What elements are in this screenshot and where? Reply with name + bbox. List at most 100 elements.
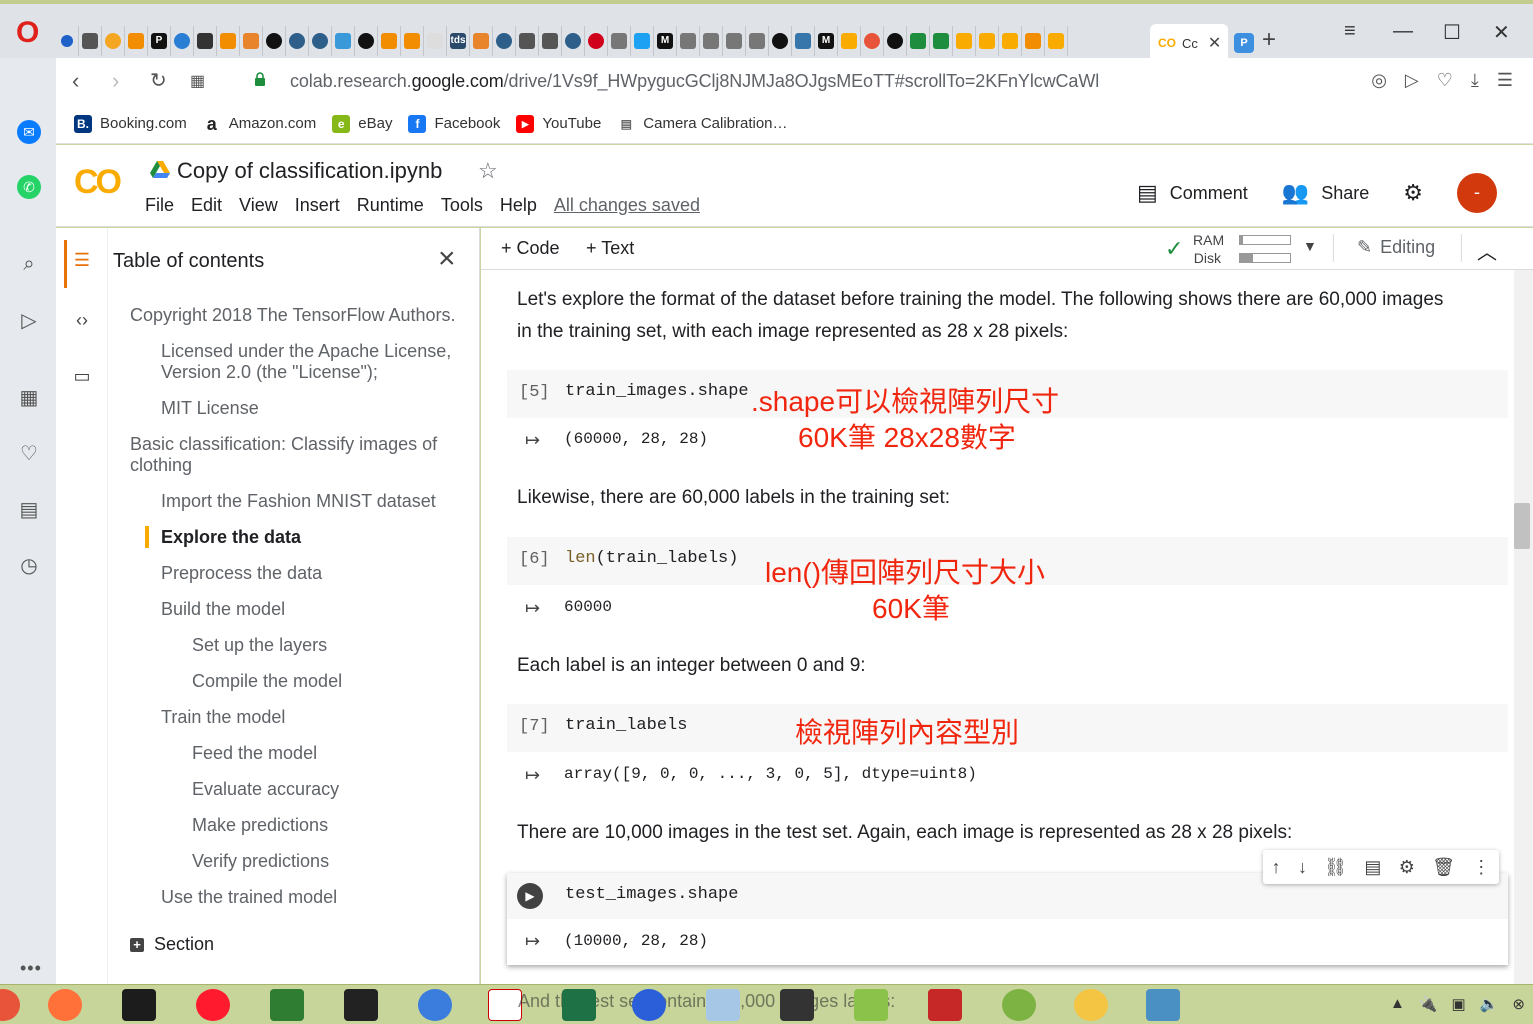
add-section-button[interactable]: + Section [130, 934, 214, 955]
tab[interactable] [79, 26, 102, 56]
send-icon[interactable]: ▷ [17, 308, 41, 332]
output-icon[interactable]: ↦ [525, 430, 540, 451]
messenger-icon[interactable]: ✉ [17, 120, 41, 144]
toc-item[interactable]: clothing [130, 455, 192, 476]
close-icon[interactable]: × [438, 242, 456, 276]
tab[interactable]: P [148, 26, 171, 56]
chevron-down-icon[interactable]: ▼ [1303, 238, 1317, 254]
bookmark-facebook[interactable]: f Facebook [408, 114, 500, 133]
power-icon[interactable]: 🔌 [1419, 995, 1438, 1013]
toc-item[interactable]: Evaluate accuracy [192, 779, 339, 800]
tab[interactable] [125, 26, 148, 56]
editing-mode-button[interactable]: ✎ Editing [1357, 237, 1435, 258]
url-field[interactable]: colab.research.google.com/drive/1Vs9f_HW… [290, 71, 1099, 92]
tab[interactable] [493, 26, 516, 56]
thunderbird-icon[interactable] [418, 989, 452, 1021]
tab[interactable] [585, 26, 608, 56]
output-icon[interactable]: ↦ [525, 931, 540, 952]
tab[interactable] [884, 26, 907, 56]
tab[interactable] [56, 26, 79, 56]
speed-dial-icon[interactable]: ▦ [190, 71, 205, 91]
gear-icon[interactable]: ⚙ [1399, 857, 1415, 878]
more-icon[interactable]: ••• [20, 958, 42, 979]
tab[interactable] [263, 26, 286, 56]
toc-item-active[interactable]: Explore the data [161, 527, 301, 548]
tab[interactable] [608, 26, 631, 56]
toc-item[interactable]: Basic classification: Classify images of [130, 434, 437, 455]
reload-icon[interactable]: ↻ [150, 68, 167, 93]
files-folder-icon[interactable]: ▭ [70, 366, 94, 390]
terminal-app-icon[interactable] [122, 989, 156, 1021]
google-drive-icon[interactable] [150, 161, 170, 179]
tab[interactable] [217, 26, 240, 56]
add-text-button[interactable]: + Text [586, 238, 634, 259]
forward-icon[interactable]: › [112, 68, 119, 94]
share-button[interactable]: 👥 Share [1282, 180, 1369, 206]
toc-item[interactable]: Licensed under the Apache License, [161, 341, 451, 362]
toc-item[interactable]: MIT License [161, 398, 259, 419]
code-text[interactable]: train_labels [565, 716, 687, 735]
new-tab-button[interactable]: + [1262, 26, 1276, 54]
menu-runtime[interactable]: Runtime [357, 195, 424, 216]
firefox-icon[interactable] [48, 989, 82, 1021]
toc-item[interactable]: Import the Fashion MNIST dataset [161, 491, 436, 512]
tab[interactable] [424, 26, 447, 56]
tab[interactable] [999, 26, 1022, 56]
toc-item[interactable]: Set up the layers [192, 635, 327, 656]
menu-help[interactable]: Help [500, 195, 537, 216]
output-icon[interactable]: ↦ [525, 765, 540, 786]
comment-button[interactable]: ▤ Comment [1137, 180, 1248, 206]
tab[interactable] [562, 26, 585, 56]
star-icon[interactable]: ☆ [478, 158, 498, 184]
tab[interactable] [401, 26, 424, 56]
pdf-icon[interactable] [488, 989, 522, 1021]
tab[interactable]: M [815, 26, 838, 56]
whatsapp-icon[interactable]: ✆ [17, 175, 41, 199]
tab[interactable] [309, 26, 332, 56]
taskbar-app-icon[interactable] [0, 989, 20, 1021]
tab[interactable] [286, 26, 309, 56]
android-studio-icon[interactable] [1002, 989, 1036, 1021]
toc-item[interactable]: Make predictions [192, 815, 328, 836]
vim-icon[interactable] [270, 989, 304, 1021]
news-icon[interactable]: ▤ [17, 497, 41, 521]
active-tab[interactable]: CO Cc ✕ [1150, 24, 1228, 62]
volume-icon[interactable]: 🔈 [1480, 995, 1499, 1013]
scrollbar-thumb[interactable] [1514, 503, 1530, 549]
tab[interactable] [1022, 26, 1045, 56]
tab[interactable]: tds [447, 26, 470, 56]
tab[interactable] [838, 26, 861, 56]
tab[interactable] [240, 26, 263, 56]
menu-insert[interactable]: Insert [295, 195, 340, 216]
code-text[interactable]: len(train_labels) [565, 549, 738, 568]
back-icon[interactable]: ‹ [72, 68, 79, 94]
bookmark-youtube[interactable]: ▶ YouTube [516, 114, 601, 133]
bookmark-ebay[interactable]: e eBay [332, 114, 392, 133]
network-icon[interactable]: ▣ [1452, 995, 1466, 1013]
tab[interactable] [976, 26, 999, 56]
tab[interactable] [1045, 26, 1068, 56]
tab[interactable] [355, 26, 378, 56]
toc-item[interactable]: Feed the model [192, 743, 317, 764]
image-viewer-icon[interactable] [1146, 989, 1180, 1021]
tab[interactable] [907, 26, 930, 56]
tab-menu-icon[interactable]: ≡ [1344, 20, 1356, 43]
runtime-resources[interactable]: ✓ RAM Disk [1165, 230, 1315, 266]
link-icon[interactable]: ⛓ [1324, 857, 1347, 878]
menu-edit[interactable]: Edit [191, 195, 222, 216]
history-icon[interactable]: ◷ [17, 553, 41, 577]
tab[interactable] [930, 26, 953, 56]
toc-item[interactable]: Build the model [161, 599, 285, 620]
search-icon[interactable]: ⌕ [17, 252, 41, 276]
excel-icon[interactable] [562, 989, 596, 1021]
download-icon[interactable]: ⤓ [1471, 70, 1479, 91]
tab[interactable] [539, 26, 562, 56]
send-icon[interactable]: ▷ [1405, 70, 1419, 91]
code-text[interactable]: test_images.shape [565, 885, 738, 904]
heart-icon[interactable]: ♡ [1437, 70, 1453, 91]
notebook-title[interactable]: Copy of classification.ipynb [177, 158, 442, 184]
colab-logo[interactable]: CO [74, 163, 122, 202]
avatar[interactable]: - [1457, 173, 1497, 213]
bookmark-booking[interactable]: B. Booking.com [74, 114, 187, 133]
bookmark-camera-calibration[interactable]: ▤ Camera Calibration… [617, 114, 788, 133]
